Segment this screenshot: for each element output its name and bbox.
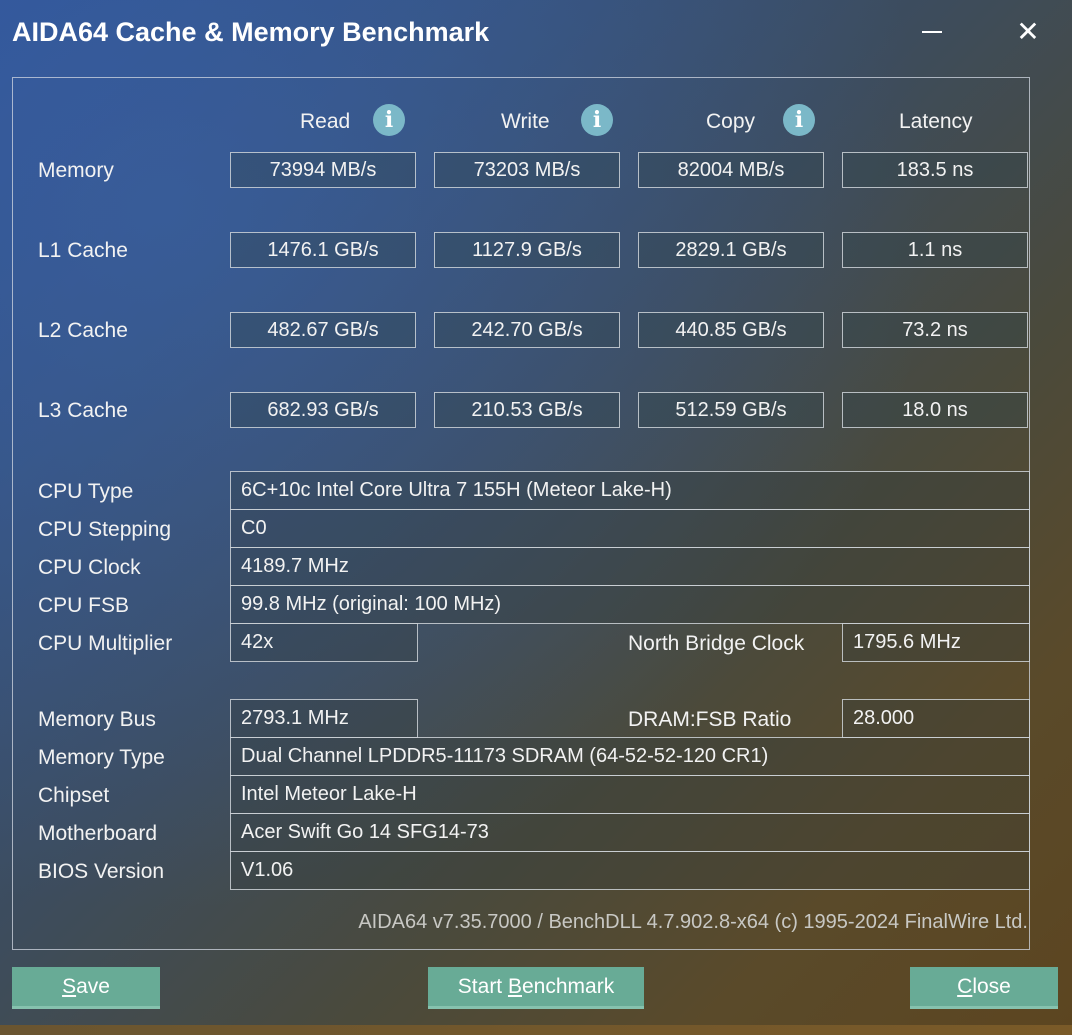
bios-version-label: BIOS Version	[38, 860, 165, 883]
l3-write-value: 210.53 GB/s	[434, 392, 620, 428]
start-benchmark-button[interactable]: Start Benchmark	[428, 967, 644, 1009]
bios-version-value: V1.06	[230, 851, 1030, 890]
row-label-l1-cache: L1 Cache	[38, 239, 128, 262]
column-header-latency: Latency	[899, 110, 973, 133]
column-header-write: Write	[501, 110, 550, 133]
save-button[interactable]: Save	[12, 967, 160, 1009]
north-bridge-clock-label: North Bridge Clock	[628, 632, 805, 655]
l2-read-value: 482.67 GB/s	[230, 312, 416, 348]
l3-copy-value: 512.59 GB/s	[638, 392, 824, 428]
memory-latency-value: 183.5 ns	[842, 152, 1028, 188]
dram-fsb-ratio-value: 28.000	[842, 699, 1030, 738]
cpu-clock-value: 4189.7 MHz	[230, 547, 1030, 586]
north-bridge-clock-value: 1795.6 MHz	[842, 623, 1030, 662]
cpu-fsb-value: 99.8 MHz (original: 100 MHz)	[230, 585, 1030, 624]
cpu-multiplier-label: CPU Multiplier	[38, 632, 173, 655]
memory-read-value: 73994 MB/s	[230, 152, 416, 188]
motherboard-value: Acer Swift Go 14 SFG14-73	[230, 813, 1030, 852]
l1-latency-value: 1.1 ns	[842, 232, 1028, 268]
memory-type-value: Dual Channel LPDDR5-11173 SDRAM (64-52-5…	[230, 737, 1030, 776]
cpu-stepping-value: C0	[230, 509, 1030, 548]
start-accel-key: B	[507, 974, 522, 998]
close-window-button[interactable]: ✕	[1010, 14, 1046, 48]
l3-read-value: 682.93 GB/s	[230, 392, 416, 428]
cpu-type-label: CPU Type	[38, 480, 134, 503]
close-accel-key: C	[957, 974, 973, 998]
cpu-fsb-label: CPU FSB	[38, 594, 130, 617]
minimize-icon	[922, 31, 942, 33]
read-info-icon[interactable]: i	[373, 104, 405, 136]
l1-copy-value: 2829.1 GB/s	[638, 232, 824, 268]
column-header-copy: Copy	[706, 110, 756, 133]
dram-fsb-ratio-label: DRAM:FSB Ratio	[628, 708, 792, 731]
minimize-button[interactable]	[914, 14, 950, 48]
start-label-rest: enchmark	[522, 974, 615, 998]
memory-copy-value: 82004 MB/s	[638, 152, 824, 188]
motherboard-label: Motherboard	[38, 822, 158, 845]
cpu-stepping-label: CPU Stepping	[38, 518, 172, 541]
window-title: AIDA64 Cache & Memory Benchmark	[12, 17, 490, 47]
l3-latency-value: 18.0 ns	[842, 392, 1028, 428]
chipset-label: Chipset	[38, 784, 110, 807]
column-header-read: Read	[300, 110, 351, 133]
write-info-icon[interactable]: i	[581, 104, 613, 136]
memory-write-value: 73203 MB/s	[434, 152, 620, 188]
row-label-memory: Memory	[38, 159, 114, 182]
close-icon: ✕	[1016, 15, 1040, 47]
l2-copy-value: 440.85 GB/s	[638, 312, 824, 348]
l1-write-value: 1127.9 GB/s	[434, 232, 620, 268]
memory-bus-value: 2793.1 MHz	[230, 699, 418, 738]
row-label-l2-cache: L2 Cache	[38, 319, 128, 342]
l1-read-value: 1476.1 GB/s	[230, 232, 416, 268]
cpu-clock-label: CPU Clock	[38, 556, 141, 579]
memory-bus-label: Memory Bus	[38, 708, 156, 731]
save-accel-key: S	[62, 974, 77, 998]
l2-latency-value: 73.2 ns	[842, 312, 1028, 348]
window-bottom-edge	[0, 1025, 1072, 1035]
start-label-prefix: Start	[457, 974, 508, 998]
row-label-l3-cache: L3 Cache	[38, 399, 128, 422]
close-label: lose	[972, 974, 1011, 998]
cpu-type-value: 6C+10c Intel Core Ultra 7 155H (Meteor L…	[230, 471, 1030, 510]
chipset-value: Intel Meteor Lake-H	[230, 775, 1030, 814]
save-label: ave	[76, 974, 110, 998]
close-button[interactable]: Close	[910, 967, 1058, 1009]
version-copyright-text: AIDA64 v7.35.7000 / BenchDLL 4.7.902.8-x…	[358, 911, 1028, 933]
cpu-multiplier-value: 42x	[230, 623, 418, 662]
memory-type-label: Memory Type	[38, 746, 165, 769]
copy-info-icon[interactable]: i	[783, 104, 815, 136]
l2-write-value: 242.70 GB/s	[434, 312, 620, 348]
